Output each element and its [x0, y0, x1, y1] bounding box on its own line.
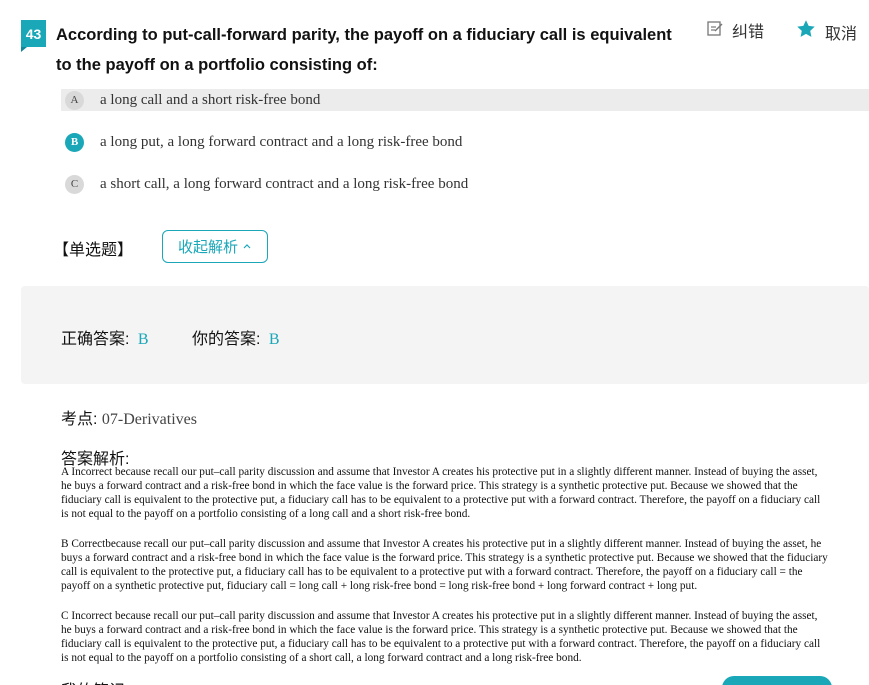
chevron-up-icon [242, 238, 252, 255]
option-letter-badge: C [65, 174, 84, 194]
question-type-label: 【单选题】 [53, 242, 134, 259]
floating-action-button[interactable] [722, 676, 832, 685]
report-error-label: 纠错 [732, 24, 765, 41]
question-number-badge: 43 [21, 20, 46, 52]
analysis-paragraph-b: B Correctbecause recall our put–call par… [61, 538, 828, 592]
question-text: According to put-call-forward parity, th… [56, 26, 672, 74]
knowledge-point: 考点: 07-Derivatives [61, 405, 197, 429]
report-error-button[interactable]: 纠错 [706, 18, 764, 42]
answer-summary-panel: 正确答案: B 你的答案: B [21, 286, 869, 384]
question-page: 43 According to put-call-forward parity,… [0, 0, 869, 685]
option-text: a long call and a short risk-free bond [100, 91, 321, 108]
option-text: a short call, a long forward contract an… [100, 175, 469, 192]
option-letter-badge: A [65, 90, 84, 110]
option-a[interactable]: A a long call and a short risk-free bond [61, 89, 869, 111]
analysis-paragraph-c: C Incorrect because recall our put–call … [61, 610, 821, 664]
unfavorite-label: 取消 [825, 25, 858, 43]
option-c[interactable]: C a short call, a long forward contract … [61, 173, 869, 195]
analysis-paragraph-a: A Incorrect because recall our put–call … [61, 466, 821, 520]
edit-note-icon [706, 19, 724, 42]
star-icon [795, 18, 817, 45]
your-answer: 你的答案: B [192, 325, 280, 349]
unfavorite-button[interactable]: 取消 [795, 18, 857, 45]
knowledge-point-value: 07-Derivatives [101, 411, 197, 428]
option-letter-badge: B [65, 132, 84, 152]
analysis-body: A Incorrect because recall our put–call … [61, 465, 829, 681]
your-answer-label: 你的答案: [192, 331, 261, 348]
option-b[interactable]: B a long put, a long forward contract an… [61, 131, 869, 153]
your-answer-value: B [268, 331, 280, 348]
correct-answer: 正确答案: B [61, 325, 149, 349]
correct-answer-value: B [137, 331, 149, 348]
knowledge-point-label: 考点: [61, 411, 98, 428]
correct-answer-label: 正确答案: [61, 331, 130, 348]
collapse-analysis-label: 收起解析 [177, 239, 238, 256]
notes-heading: 我的笔记 [61, 677, 125, 685]
option-text: a long put, a long forward contract and … [100, 133, 463, 150]
collapse-analysis-button[interactable]: 收起解析 [162, 230, 268, 263]
